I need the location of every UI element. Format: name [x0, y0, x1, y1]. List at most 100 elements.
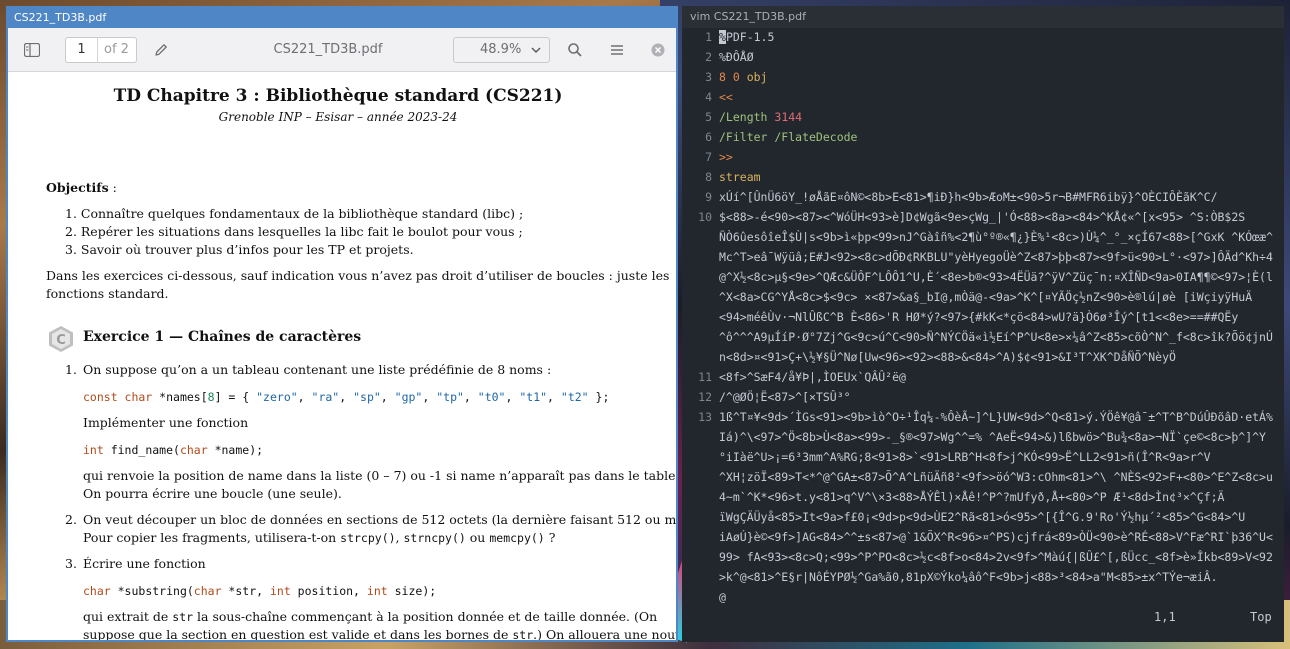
line-segment: <<: [719, 90, 733, 104]
line-segment: 99> fA<93><8c>Q;<99>^P^PO<8c>½c<8f>o<84>…: [719, 550, 1273, 564]
code-text: ] = {: [214, 390, 257, 404]
vim-terminal-window[interactable]: vim CS221_TD3B.pdf 1 %PDF-1.5 2 %ÐÔÅØ 3 8 0 o…: [682, 6, 1284, 642]
line-number: 12: [698, 390, 712, 404]
sidebar-icon: [24, 43, 40, 57]
code-text: *names[: [152, 390, 208, 404]
line-text: <8f>^SæF4/å¥Þ|,ÌOEUx`QÂÛ²ë@: [719, 370, 906, 384]
line-text: n<8d>¤<91>Ç+\½¥§Ü^Nø[Uw<96><92><88>&<84>…: [719, 350, 1176, 364]
line-text: ^ô^^^A9µÍíP·Ø°7Zj^G<9c>ú^C<90>Ñ^NÝCÖä«ì½…: [719, 330, 1273, 344]
vim-window-title[interactable]: vim CS221_TD3B.pdf: [682, 6, 1284, 28]
text-segment: ou: [465, 530, 490, 545]
line-segment: 4~m`^K*<96>t.y<81>q^V^\×3<88>ÅÝÊl)×Åê!^P…: [719, 490, 1225, 504]
line-text: @: [719, 590, 726, 604]
vim-status-line: 1,1 Top: [682, 606, 1284, 628]
sidebar-toggle-button[interactable]: [20, 38, 44, 62]
code-keyword: int: [269, 584, 291, 598]
page-number-input[interactable]: 1: [66, 38, 98, 62]
objectif-item: 2. Repérer les situations dans lesquelle…: [65, 224, 523, 239]
question-text-with-code: qui extrait de str la sous-chaîne commen…: [83, 608, 657, 626]
line-text: <<: [719, 90, 733, 104]
question-number: 2.: [65, 512, 77, 527]
line-text: 99> fA<93><8c>Q;<99>^P^PO<8c>½c<8f>o<84>…: [719, 550, 1273, 564]
line-segment: %ÐÔÅØ: [719, 50, 754, 64]
question-text: Implémenter une fonction: [83, 415, 249, 430]
line-segment: xÚí^[ÛnÜ6öY_!øÅãE¤ôN©<8b>E<81>¶iÐ}h<9b>Æ…: [719, 190, 1218, 204]
close-button[interactable]: [646, 38, 670, 62]
document-subtitle: Grenoble INP – Esisar – année 2023-24: [218, 110, 458, 124]
line-text: °iIàë^U>¡=6³3mm^A%RG;8<91>8>`<91>LRB^H<8…: [719, 450, 1211, 464]
line-segment: 1ß^T¤¥<9d>´ÌGs<91><9b>ìò^O÷¹Îq¼-%ÔèÃ~]^L…: [719, 410, 1273, 424]
code-string: "sp": [353, 390, 381, 404]
line-segment: obj: [739, 70, 768, 84]
line-number: 4: [705, 90, 712, 104]
code-inline: str: [172, 610, 194, 624]
line-text: ^XH¦zöÏ<89>T<*^@^GA±<87>Õ^A^LñüÄñ8²<9f>>…: [719, 470, 1273, 484]
line-number: 7: [705, 150, 712, 164]
line-number: 11: [698, 370, 712, 384]
question-text: On pourra écrire une boucle (une seule).: [83, 486, 342, 501]
search-button[interactable]: [563, 38, 587, 62]
code-inline: str: [512, 628, 534, 642]
objectif-item: 1. Connaître quelques fondamentaux de la…: [65, 206, 524, 221]
pdf-window-title[interactable]: CS221_TD3B.pdf: [8, 8, 676, 28]
objectif-item: 3. Savoir où trouver plus d’infos pour l…: [65, 242, 414, 257]
line-text: /^@ØÖ¦Ë<87>^[×TSÛ³°: [719, 390, 851, 404]
code-line-find-name: int find_name(char *name);: [83, 441, 263, 459]
code-number: 8: [207, 390, 215, 404]
question-text: On suppose qu’on a un tableau contenant …: [83, 362, 552, 377]
line-segment: 3144: [774, 110, 803, 124]
code-string: "t0": [477, 390, 506, 404]
line-number: 6: [705, 130, 712, 144]
line-segment: ^XH¦zöÏ<89>T<*^@^GA±<87>Õ^A^LñüÄñ8²<9f>>…: [719, 470, 1273, 484]
line-number: 3: [705, 70, 712, 84]
line-number: 9: [705, 190, 712, 204]
code-text: *str,: [221, 584, 270, 598]
exercise-hexagon-icon: C: [48, 325, 74, 353]
code-string: "ra": [311, 390, 340, 404]
line-segment: <94>méêÙv·¬NlÛßC^B È<86>'R HØ*ý?<97>{#kK…: [719, 310, 1239, 324]
text-segment: ?: [544, 530, 556, 545]
page-total-label: of 2: [104, 42, 129, 57]
question-text: Écrire une fonction: [83, 556, 206, 571]
line-segment: <8f>^SæF4/å¥Þ|,ÌOEUx`QÂÛ²ë@: [719, 370, 906, 384]
zoom-value: 48.9%: [480, 42, 522, 57]
line-segment: stream: [719, 170, 761, 184]
line-segment: PDF-1.5: [725, 30, 775, 44]
page-number-box[interactable]: 1 of 2: [65, 37, 137, 63]
text-segment: .) On allouera une nouvelle: [533, 627, 676, 642]
line-segment: ^ô^^^A9µÍíP·Ø°7Zj^G<9c>ú^C<90>Ñ^NÝCÖä«ì½…: [719, 330, 1273, 344]
line-number: 8: [705, 170, 712, 184]
line-segment: >>: [719, 150, 733, 164]
annotate-button[interactable]: [149, 38, 173, 62]
line-text: %ÐÔÅØ: [719, 50, 754, 64]
pdf-page: TD Chapitre 3 : Bibliothèque standard (C…: [8, 72, 678, 642]
chevron-down-icon: [531, 38, 541, 71]
line-segment: >k^@<81>^E§r|NôÉYPØ½^Ga%ã0,81pX©Ýko¼âô^F…: [719, 570, 1218, 584]
objectifs-heading: Objectifs :: [46, 179, 117, 197]
exercise-title: Exercice 1 — Chaînes de caractères: [83, 329, 362, 345]
question-text: qui renvoie la position de name dans la …: [83, 468, 678, 483]
line-number: 10: [698, 210, 712, 224]
line-segment: /Filter /FlateDecode: [719, 130, 858, 144]
text-segment: ,: [395, 530, 404, 545]
document-name: CS221_TD3B.pdf: [273, 42, 383, 57]
line-text: Iá)^\<97>^Ö<8b>Ù<8a><99>-_§®<97>Wg^^=% ^…: [719, 430, 1266, 444]
code-keyword: char: [83, 584, 111, 598]
code-keyword: const char: [83, 390, 153, 404]
line-number: 13: [698, 410, 712, 424]
text-cursor: %: [719, 30, 726, 44]
code-inline: strcpy(): [340, 531, 396, 545]
pdf-viewer-window[interactable]: CS221_TD3B.pdf 1 of 2 CS221_TD3B.pdf 48.…: [6, 6, 678, 642]
code-text: *name);: [207, 443, 264, 457]
menu-button[interactable]: [605, 38, 629, 62]
text-segment: suppose que la section en question est v…: [83, 627, 513, 642]
code-inline: strncpy(): [403, 531, 466, 545]
line-segment: ïWgÇÄÜyå<85>It<9a>f£0¡<9d>p<9d>ÙE2^Rã<81…: [719, 510, 1246, 524]
question-text-with-code: suppose que la section en question est v…: [83, 626, 676, 642]
line-segment: @^X½<8c>µ§<9e>^QÆc&ÜÔF^LÔÔ1^U,È´<8e>b®<9…: [719, 270, 1273, 284]
line-text: ^X<8a>CG^YÅ<8c>$<9c> ×<87>&a§_bI@,mÒä@-<…: [719, 290, 1252, 304]
zoom-select[interactable]: 48.9%: [453, 37, 550, 63]
line-text: stream: [719, 170, 761, 184]
code-text: find_name(: [103, 443, 180, 457]
line-text: >>: [719, 150, 733, 164]
